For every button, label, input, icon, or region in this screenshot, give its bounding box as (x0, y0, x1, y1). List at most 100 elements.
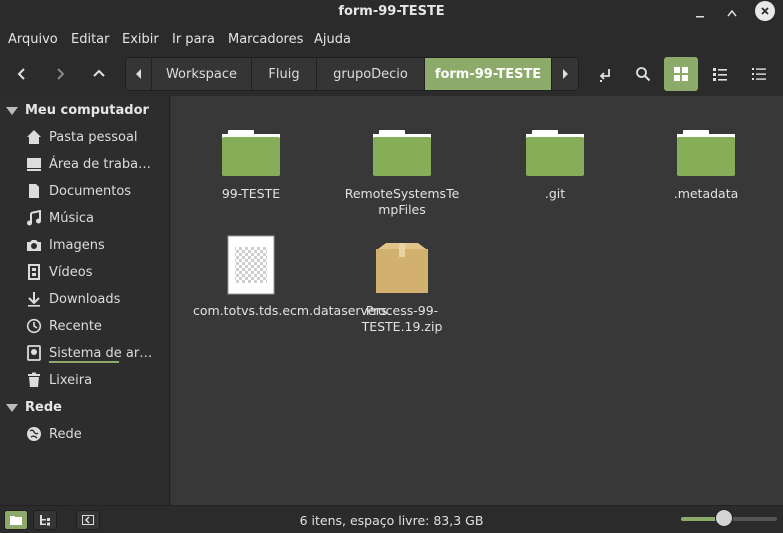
file-view: 99-TESTE RemoteSystemsTempFiles .git .me… (171, 96, 783, 505)
folder-icon (526, 130, 584, 176)
menu-exibir[interactable]: Exibir (122, 32, 159, 47)
icon-view-button[interactable] (664, 57, 698, 91)
film-icon (26, 264, 42, 280)
sidebar-item-home[interactable]: Pasta pessoal (26, 129, 138, 145)
sidebar-item-documents[interactable]: Documentos (26, 183, 131, 199)
search-icon (636, 67, 651, 82)
breadcrumb: Workspace Fluig grupoDecio form-99-TESTE (125, 57, 579, 91)
chevron-right-icon (563, 69, 568, 79)
window-title: form-99-TESTE (338, 4, 445, 19)
status-text: 6 itens, espaço livre: 83,3 GB (299, 513, 484, 528)
sidebar-item-recent[interactable]: Recente (26, 318, 102, 334)
sidebar-item-label: Vídeos (49, 264, 93, 280)
path-scroll-left-button[interactable] (126, 58, 152, 90)
clock-icon (26, 318, 42, 334)
minimize-icon (696, 16, 704, 18)
up-button[interactable] (85, 60, 113, 88)
maximize-icon (727, 9, 737, 17)
sidebar-item-label: Área de traba… (49, 156, 152, 172)
close-icon (761, 7, 769, 15)
up-arrow-icon (93, 69, 105, 77)
menu-ajuda[interactable]: Ajuda (314, 32, 351, 47)
sidebar-item-label: Lixeira (49, 372, 93, 388)
toggle-location-button[interactable] (588, 57, 622, 91)
file-item[interactable]: 99-TESTE (187, 118, 315, 202)
status-bar: 6 itens, espaço livre: 83,3 GB (0, 505, 783, 533)
sidebar-item-filesystem[interactable]: Sistema de ar… (26, 345, 152, 361)
sidebar-item-label: Imagens (49, 237, 105, 253)
minimize-button[interactable] (689, 2, 711, 24)
folder-icon (373, 130, 431, 176)
menu-marcadores[interactable]: Marcadores (228, 32, 303, 47)
menu-ir-para[interactable]: Ir para (172, 32, 215, 47)
forward-icon (57, 68, 65, 80)
path-scroll-right-button[interactable] (552, 58, 578, 90)
sidebar-item-label: Downloads (49, 291, 121, 307)
back-icon (17, 68, 25, 80)
sidebar-item-music[interactable]: Música (26, 210, 94, 226)
file-item[interactable]: .metadata (642, 118, 770, 202)
file-name: 99-TESTE (221, 186, 281, 201)
expand-triangle-icon (6, 403, 18, 412)
sidebar-item-label: Música (49, 210, 94, 226)
menu-bar: Arquivo Editar Exibir Ir para Marcadores… (0, 26, 783, 52)
path-grupodecio[interactable]: grupoDecio (317, 58, 425, 90)
expand-triangle-icon (6, 106, 18, 115)
path-workspace[interactable]: Workspace (152, 58, 252, 90)
sidebar-item-trash[interactable]: Lixeira (26, 372, 92, 388)
sidebar-item-videos[interactable]: Vídeos (26, 264, 92, 280)
sidebar-item-desktop[interactable]: Área de traba… (26, 156, 151, 172)
file-item[interactable]: .git (491, 118, 619, 202)
location-entry-icon (599, 69, 610, 82)
chevron-left-icon (135, 69, 141, 79)
sidebar-item-network[interactable]: Rede (26, 426, 82, 442)
forward-button[interactable] (46, 60, 74, 88)
trash-icon (26, 372, 42, 388)
network-icon (26, 426, 42, 442)
sidebar-item-label: Rede (49, 426, 82, 442)
sidebar-heading-label: Rede (25, 400, 62, 415)
path-form-99-teste[interactable]: form-99-TESTE (425, 58, 552, 90)
music-icon (26, 210, 42, 226)
compact-view-icon (752, 68, 766, 80)
desktop-icon (26, 156, 42, 172)
home-icon (26, 129, 42, 145)
sidebar-item-label: Recente (49, 318, 102, 334)
menu-arquivo[interactable]: Arquivo (8, 32, 58, 47)
close-button[interactable] (755, 1, 775, 21)
sidebar-item-label: Pasta pessoal (49, 129, 138, 145)
path-fluig[interactable]: Fluig (252, 58, 317, 90)
document-icon (227, 235, 275, 295)
title-bar: form-99-TESTE (0, 0, 783, 26)
camera-icon (26, 237, 42, 253)
document-icon (26, 183, 42, 199)
sidebar-item-pictures[interactable]: Imagens (26, 237, 105, 253)
sidebar-heading-computer[interactable]: Meu computador (6, 103, 149, 118)
file-item[interactable]: Process-99-TESTE.19.zip (338, 235, 466, 335)
list-view-button[interactable] (703, 57, 737, 91)
drive-icon (26, 345, 42, 361)
file-name: Process-99-TESTE.19.zip (361, 303, 443, 334)
sidebar-heading-network[interactable]: Rede (6, 400, 62, 415)
list-view-icon (713, 68, 727, 81)
file-name: com.totvs.tds.ecm.dataservers (193, 303, 388, 318)
folder-icon (677, 130, 735, 176)
file-name: RemoteSystemsTempFiles (344, 186, 460, 217)
sidebar-item-downloads[interactable]: Downloads (26, 291, 120, 307)
file-item[interactable]: com.totvs.tds.ecm.dataservers (187, 235, 388, 319)
maximize-button[interactable] (721, 2, 743, 24)
sidebar: Meu computador Pasta pessoal Área de tra… (0, 96, 170, 505)
file-name: .git (544, 186, 566, 201)
file-name: .metadata (673, 186, 739, 201)
grid-view-icon (674, 67, 688, 81)
compact-view-button[interactable] (742, 57, 776, 91)
file-item[interactable]: RemoteSystemsTempFiles (338, 118, 466, 218)
folder-icon (222, 130, 280, 176)
menu-editar[interactable]: Editar (71, 32, 110, 47)
back-button[interactable] (8, 60, 36, 88)
download-icon (26, 291, 42, 307)
sidebar-item-label: Documentos (49, 183, 132, 199)
search-button[interactable] (626, 57, 660, 91)
package-icon (376, 243, 428, 293)
sidebar-heading-label: Meu computador (25, 103, 149, 118)
